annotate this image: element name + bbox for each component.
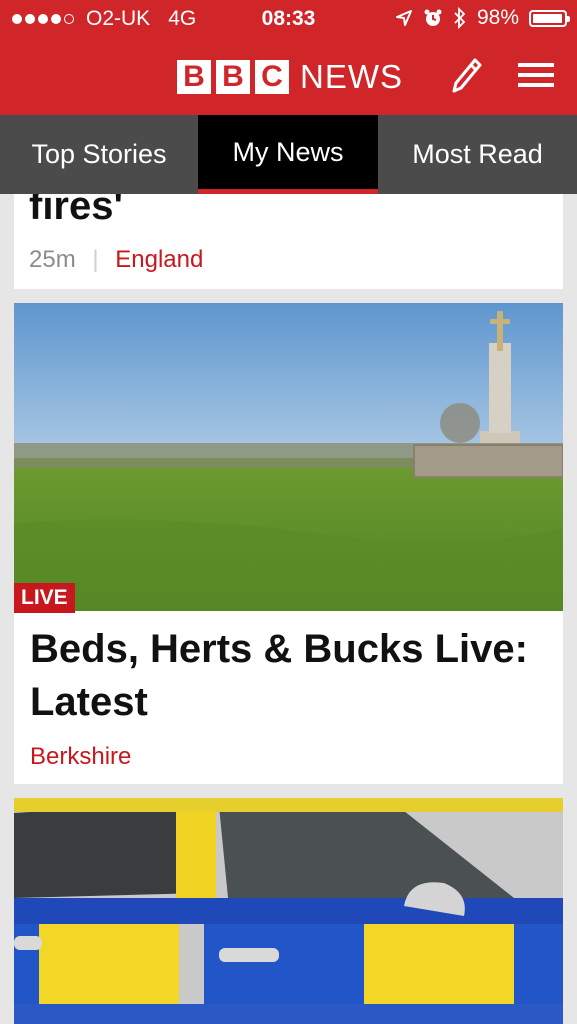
status-bar: O2-UK 4G 08:33 98%	[0, 0, 577, 38]
story-image	[14, 303, 563, 611]
bbc-news-logo[interactable]: B B C NEWS	[177, 58, 403, 96]
story-card[interactable]: fires' 25m | England	[14, 194, 563, 289]
story-title: Beds, Herts & Bucks Live: Latest	[30, 627, 528, 724]
live-badge: LIVE	[14, 583, 75, 613]
story-meta: 25m | England	[29, 246, 203, 274]
edit-pencil-icon[interactable]	[449, 55, 483, 95]
battery-percent: 98%	[476, 6, 519, 29]
story-card[interactable]: LIVE Beds, Herts & Bucks Live: Latest Be…	[14, 303, 563, 784]
tab-top-stories[interactable]: Top Stories	[0, 115, 198, 194]
app-header: O2-UK 4G 08:33 98% B B C NEWS	[0, 0, 577, 115]
story-topic-link[interactable]: England	[115, 246, 203, 273]
battery-icon	[529, 9, 570, 27]
section-tabs: Top Stories My News Most Read	[0, 115, 577, 194]
logo-letter-b1: B	[177, 60, 211, 94]
status-icons: 98%	[395, 6, 570, 30]
location-arrow-icon	[395, 10, 412, 26]
story-title: fires'	[29, 194, 124, 228]
logo-letter-c: C	[255, 60, 289, 94]
tab-most-read[interactable]: Most Read	[378, 115, 577, 194]
story-age: 25m	[29, 246, 76, 273]
logo-news-word: NEWS	[300, 58, 403, 95]
story-image	[14, 798, 563, 1024]
hamburger-menu-icon[interactable]	[516, 55, 556, 95]
alarm-icon	[424, 9, 442, 26]
story-topic-link[interactable]: Berkshire	[30, 743, 131, 771]
meta-separator: |	[92, 246, 99, 273]
tab-my-news[interactable]: My News	[198, 115, 378, 194]
story-card[interactable]	[14, 798, 563, 1024]
logo-letter-b2: B	[216, 60, 250, 94]
bluetooth-icon	[454, 7, 466, 29]
